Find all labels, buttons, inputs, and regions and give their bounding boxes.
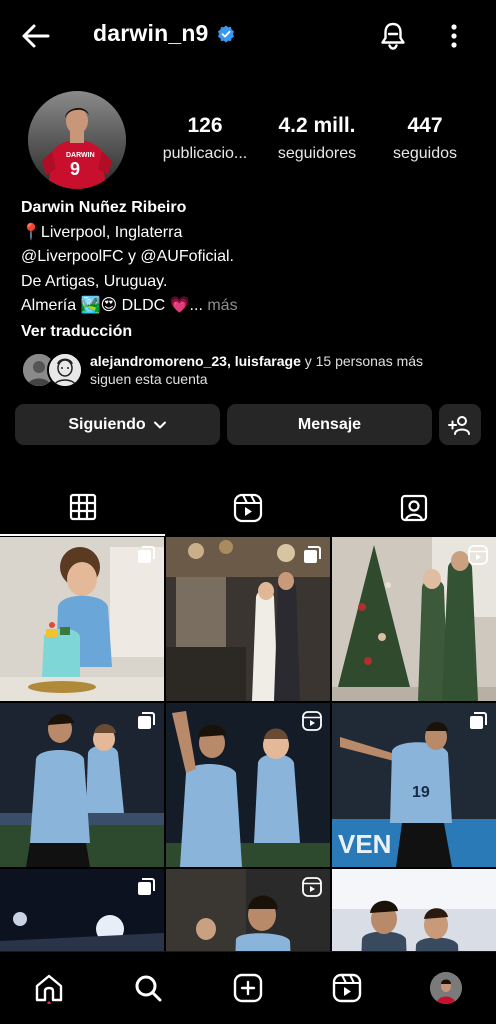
more-options-button[interactable] [440, 20, 468, 52]
bio-line-location: 📍Liverpool, Inglaterra [21, 223, 183, 241]
stat-posts[interactable]: 126 publicacio... [150, 114, 260, 163]
profile-stats: 126 publicacio... 4.2 mill. seguidores 4… [150, 114, 480, 174]
add-user-icon [448, 415, 470, 435]
stat-followers[interactable]: 4.2 mill. seguidores [262, 114, 372, 163]
grid-post[interactable]: VEN 19 [332, 703, 496, 867]
nav-profile-avatar [430, 972, 462, 1004]
stat-following[interactable]: 447 seguidos [370, 114, 480, 163]
followed-by-rest: y 15 personas más [300, 353, 424, 369]
grid-post[interactable] [166, 703, 330, 867]
multi-photo-icon [138, 546, 155, 563]
profile-avatar[interactable]: DARWIN 9 [28, 91, 126, 189]
back-arrow-icon [22, 24, 50, 48]
grid-icon [69, 493, 96, 521]
svg-text:9: 9 [70, 159, 80, 179]
posts-grid: VEN 19 [0, 537, 496, 952]
followed-by-names: alejandromoreno_23, luisfarage [90, 353, 301, 369]
verified-badge-icon [217, 25, 234, 43]
post-thumbnail [332, 869, 496, 952]
bell-icon [381, 22, 405, 50]
bottom-navigation [0, 951, 496, 1024]
followers-label: seguidores [277, 145, 357, 162]
following-label: Siguiendo [68, 415, 146, 433]
svg-text:VEN: VEN [338, 829, 391, 859]
svg-text:DARWIN: DARWIN [66, 152, 95, 159]
suggested-accounts-button[interactable] [439, 404, 481, 445]
tagged-icon [400, 494, 427, 522]
grid-post[interactable] [0, 869, 164, 952]
posts-count: 126 [187, 114, 223, 137]
svg-text:19: 19 [412, 784, 430, 801]
message-button[interactable]: Mensaje [227, 404, 432, 445]
avatar-photo [430, 972, 462, 1004]
bio-line-text: Almería 🏞️😍 DLDC 💗... [21, 297, 203, 314]
followed-by-line2: siguen esta cuenta [90, 371, 208, 387]
profile-tabs [0, 480, 496, 536]
nav-reels[interactable] [329, 970, 365, 1006]
followers-count: 4.2 mill. [278, 114, 356, 137]
translate-link[interactable]: Ver traducción [21, 320, 481, 345]
following-button[interactable]: Siguiendo [15, 404, 220, 445]
reels-icon [233, 493, 262, 523]
tab-posts[interactable] [0, 480, 165, 536]
reel-icon [302, 711, 322, 731]
message-label: Mensaje [297, 415, 362, 433]
grid-post[interactable] [332, 869, 496, 952]
posts-label: publicacio... [162, 145, 248, 162]
follower-avatar-2 [47, 352, 83, 388]
tab-tagged[interactable] [331, 480, 496, 536]
following-label: seguidos [392, 145, 458, 162]
reel-icon [468, 545, 488, 565]
nav-search[interactable] [130, 970, 166, 1006]
bio-line-clubs[interactable]: @LiverpoolFC y @AUFoficial. [21, 245, 481, 270]
notifications-button[interactable] [377, 20, 409, 52]
grid-post[interactable] [0, 537, 164, 701]
multi-photo-icon [470, 712, 487, 729]
avatar-photo [49, 354, 81, 386]
chevron-down-icon [153, 421, 166, 428]
followed-by[interactable]: alejandromoreno_23, luisfarage y 15 pers… [21, 350, 481, 390]
bio-more-link[interactable]: más [207, 297, 237, 314]
grid-post[interactable] [166, 537, 330, 701]
nav-home[interactable] [31, 970, 67, 1006]
profile-bio: Darwin Nuñez Ribeiro 📍Liverpool, Inglate… [21, 196, 481, 344]
nav-profile[interactable] [428, 970, 464, 1006]
grid-post[interactable] [0, 703, 164, 867]
multi-photo-icon [138, 712, 155, 729]
username-text: darwin_n9 [93, 20, 209, 46]
bio-line-hometown: De Artigas, Uruguay. [21, 272, 168, 290]
reels-icon [332, 973, 362, 1003]
bio-line-last: Almería 🏞️😍 DLDC 💗... más [21, 294, 481, 319]
nav-create[interactable] [230, 970, 266, 1006]
more-vertical-icon [451, 24, 457, 48]
add-post-icon [233, 973, 263, 1003]
top-bar: darwin_n9 [0, 0, 496, 72]
avatar-photo: DARWIN 9 [28, 91, 126, 189]
multi-photo-icon [138, 878, 155, 895]
tab-reels[interactable] [165, 480, 330, 536]
back-button[interactable] [18, 20, 54, 52]
profile-username: darwin_n9 [93, 20, 235, 47]
search-icon [135, 975, 162, 1002]
grid-post[interactable] [332, 537, 496, 701]
following-count: 447 [407, 114, 443, 137]
followed-by-text: alejandromoreno_23, luisfarage y 15 pers… [90, 352, 423, 388]
grid-post[interactable] [166, 869, 330, 952]
reel-icon [302, 877, 322, 897]
multi-photo-icon [304, 546, 321, 563]
profile-full-name: Darwin Nuñez Ribeiro [21, 199, 187, 216]
home-icon [35, 974, 63, 1004]
